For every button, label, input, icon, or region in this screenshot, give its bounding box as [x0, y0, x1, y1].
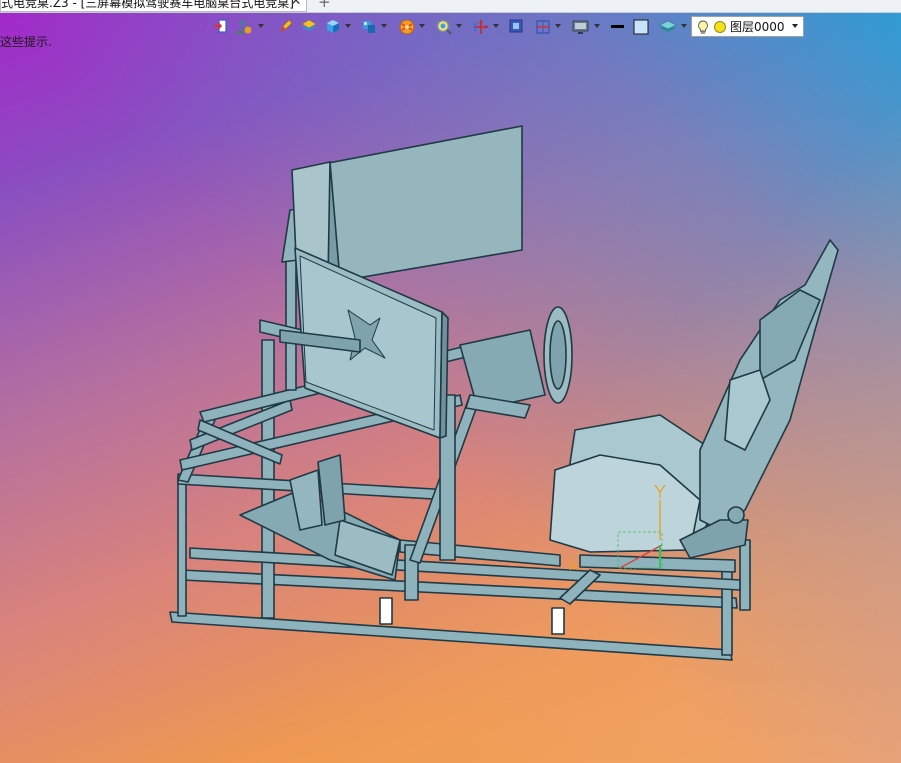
cad-viewport[interactable] [0, 0, 901, 763]
racing-cockpit-model [169, 125, 839, 661]
